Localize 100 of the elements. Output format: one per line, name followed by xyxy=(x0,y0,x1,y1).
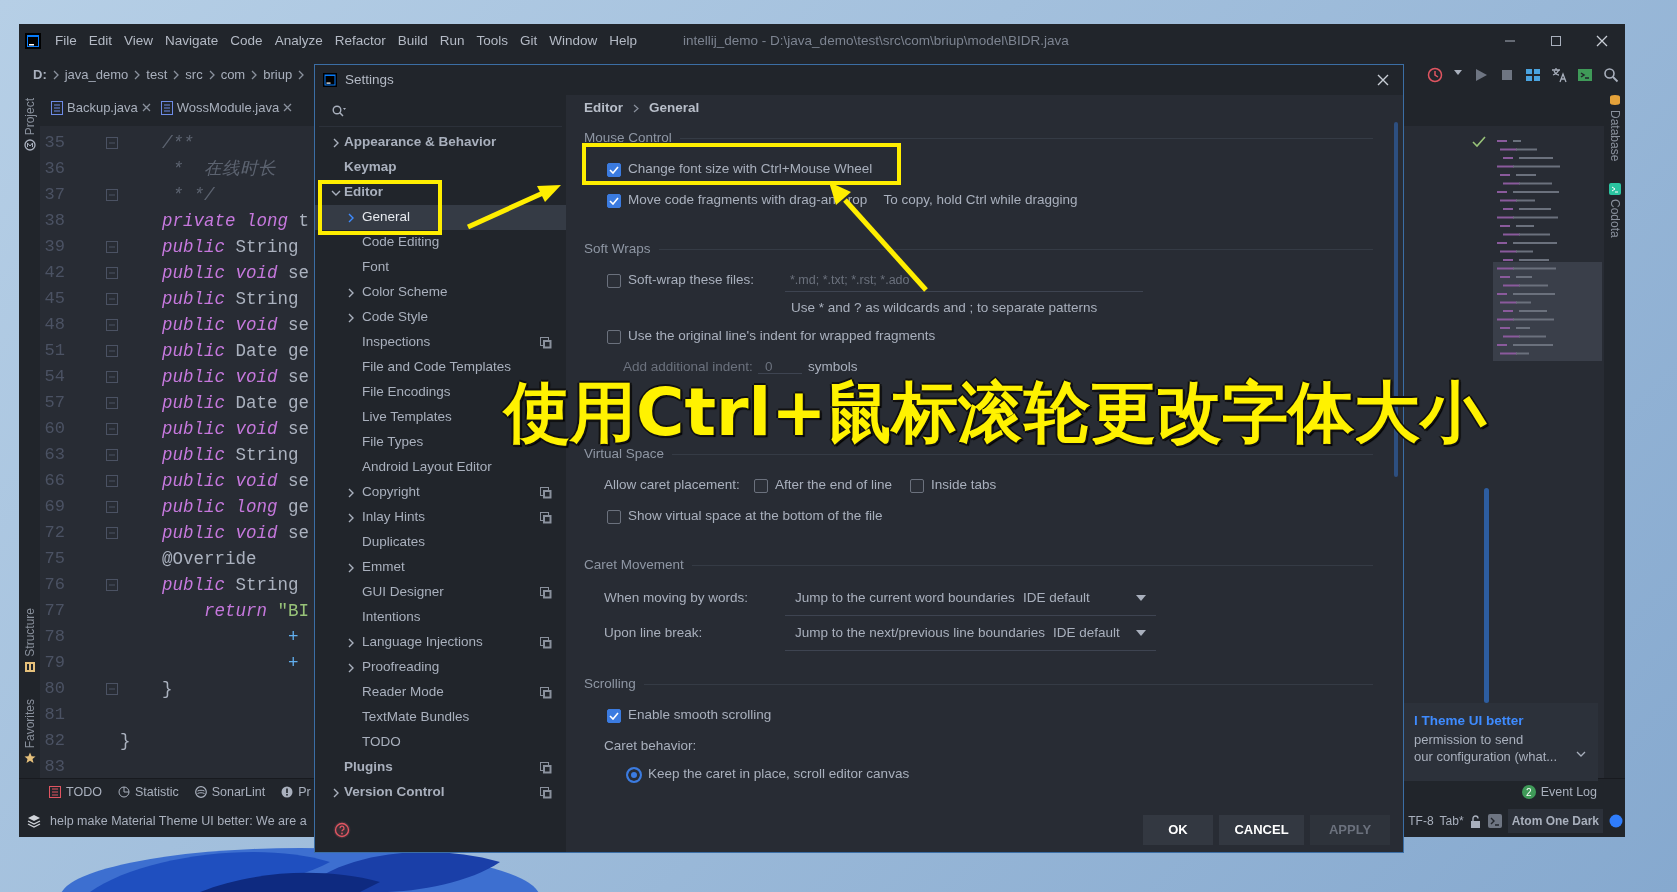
checkbox-label[interactable]: Change font size with Ctrl+Mouse Wheel xyxy=(628,159,873,180)
checkbox-label[interactable]: Inside tabs xyxy=(931,475,997,496)
field-label: Allow caret placement: xyxy=(604,476,741,495)
menu-item[interactable]: Refactor xyxy=(328,30,392,52)
menu-item[interactable]: Edit xyxy=(82,30,119,52)
menu-item[interactable]: Run xyxy=(433,30,471,52)
breadcrumb-item[interactable]: briup xyxy=(263,65,293,85)
menu-item[interactable]: File xyxy=(49,30,83,52)
menu-item[interactable]: Tools xyxy=(470,30,514,52)
tree-item[interactable]: Font xyxy=(315,255,403,280)
dialog-button[interactable]: OK xyxy=(1143,815,1213,845)
tree-item[interactable]: Copyright xyxy=(315,480,566,505)
breadcrumb-item[interactable]: java_demo xyxy=(64,65,129,85)
tool-window-tab[interactable]: Favorites xyxy=(20,698,39,748)
breadcrumb-item[interactable]: Editor xyxy=(584,97,623,119)
unit-label: symbols xyxy=(808,358,858,377)
tool-window-tab[interactable]: Project xyxy=(20,98,39,136)
tool-window-tab[interactable]: Codota xyxy=(1605,199,1624,239)
tree-item[interactable]: TODO xyxy=(315,730,415,755)
dialog-title: Settings xyxy=(345,70,394,89)
encoding-widget[interactable]: TF-8 xyxy=(1408,812,1434,830)
tree-item[interactable]: Emmet xyxy=(315,555,419,580)
indent-widget[interactable]: Tab* xyxy=(1439,812,1464,830)
checkbox-label[interactable]: Use the original line's indent for wrapped fragments xyxy=(628,326,936,347)
code-line: } xyxy=(120,729,131,753)
breadcrumb-item[interactable]: src xyxy=(185,65,203,85)
menu-item[interactable]: View xyxy=(118,30,160,52)
code-line: public void se xyxy=(161,261,310,285)
tree-item[interactable]: Keymap xyxy=(315,155,411,180)
checkbox-label[interactable]: rop xyxy=(847,190,868,211)
checkbox-label[interactable]: Move code fragments with drag-an xyxy=(628,190,836,211)
code-line: public Date ge xyxy=(161,339,310,363)
checkbox-label[interactable]: Show virtual space at the bottom of the file xyxy=(628,506,883,527)
menu-item[interactable]: Code xyxy=(224,30,269,52)
field-label: Caret behavior: xyxy=(604,736,697,755)
menu-item[interactable]: Build xyxy=(391,30,434,52)
checkbox-label[interactable]: After the end of line xyxy=(775,475,893,496)
tool-window-tab[interactable]: Database xyxy=(1605,110,1624,162)
input-field[interactable]: *.md; *.txt; *.rst; *.ado xyxy=(785,269,1143,292)
menu-item[interactable]: Git xyxy=(514,30,544,52)
tree-item[interactable]: Plugins xyxy=(315,755,566,780)
dialog-button[interactable]: CANCEL xyxy=(1219,815,1304,845)
code-line: public String xyxy=(161,235,299,259)
tool-window-button[interactable]: Statistic xyxy=(117,782,179,802)
code-line: public String xyxy=(161,443,299,467)
editor-tab[interactable]: Backup.java xyxy=(46,92,156,126)
tree-item[interactable]: Color Scheme xyxy=(315,280,462,305)
tree-item[interactable]: Inspections xyxy=(315,330,566,355)
dropdown[interactable]: Jump to the next/previous line boundaries IDE default xyxy=(785,616,1156,651)
tree-item[interactable]: Language Injections xyxy=(315,630,566,655)
code-line: } xyxy=(161,677,173,701)
notification-text: our configuration (what... xyxy=(1414,748,1558,766)
menu-item[interactable]: Analyze xyxy=(268,30,329,52)
event-log-button[interactable]: 2 Event Log xyxy=(1521,782,1597,802)
tree-item[interactable]: Inlay Hints xyxy=(315,505,566,530)
tree-item[interactable]: Duplicates xyxy=(315,530,440,555)
tool-window-button[interactable]: SonarLint xyxy=(194,782,266,802)
hint-text: To copy, hold Ctrl while dragging xyxy=(883,191,1078,210)
tree-item[interactable]: Code Editing xyxy=(315,230,454,255)
dropdown[interactable]: Jump to the current word boundaries IDE default xyxy=(785,581,1156,616)
tree-item[interactable]: Version Control xyxy=(315,780,566,805)
checkbox-label[interactable]: Enable smooth scrolling xyxy=(628,705,772,726)
tree-item[interactable]: File Encodings xyxy=(315,380,465,405)
menu-item[interactable]: Navigate xyxy=(159,30,225,52)
tree-item[interactable]: General xyxy=(315,205,566,230)
tree-item[interactable]: Live Templates xyxy=(315,405,466,430)
tool-window-button[interactable]: Pr xyxy=(281,782,311,802)
tree-item[interactable]: TextMate Bundles xyxy=(315,705,484,730)
window-title: intellij_demo - D:\java_demo\test\src\com\briup\model\BIDR.java xyxy=(683,31,1069,50)
code-line: public void se xyxy=(161,313,310,337)
checkbox-label[interactable]: Soft-wrap these files: xyxy=(628,270,755,291)
menu-item[interactable]: Window xyxy=(543,30,604,52)
tree-item[interactable]: Code Style xyxy=(315,305,443,330)
tree-item[interactable]: GUI Designer xyxy=(315,580,566,605)
tree-item[interactable]: Android Layout Editor xyxy=(315,455,506,480)
code-line: /** xyxy=(161,131,194,155)
theme-widget[interactable]: Atom One Dark xyxy=(1507,809,1603,833)
tool-window-tab[interactable]: Structure xyxy=(20,607,39,657)
section-title: Scrolling xyxy=(584,675,636,694)
tree-item[interactable]: Appearance & Behavior xyxy=(315,130,511,155)
breadcrumb-item[interactable]: D: xyxy=(33,65,47,85)
code-line: + xyxy=(287,625,299,649)
status-message[interactable]: help make Material Theme UI better: We are a xyxy=(50,811,307,831)
breadcrumb-item[interactable]: com xyxy=(220,65,246,85)
code-line: private long t xyxy=(161,209,310,233)
menu-item[interactable]: Help xyxy=(603,30,644,52)
tree-item[interactable]: Reader Mode xyxy=(315,680,566,705)
breadcrumb-item[interactable]: General xyxy=(649,97,700,119)
tree-item[interactable]: File Types xyxy=(315,430,438,455)
code-line: @Override xyxy=(161,547,257,571)
tree-item[interactable]: Intentions xyxy=(315,605,435,630)
tree-item[interactable]: Editor xyxy=(315,180,397,205)
breadcrumb-item[interactable]: test xyxy=(146,65,168,85)
code-line: * 在线时长 xyxy=(171,157,276,181)
notification-title: l Theme UI better xyxy=(1414,712,1525,730)
code-line: + xyxy=(287,651,299,675)
tool-window-button[interactable]: TODO xyxy=(49,782,102,802)
tree-item[interactable]: Proofreading xyxy=(315,655,454,680)
radio-label[interactable]: Keep the caret in place, scroll editor canvas xyxy=(648,764,910,785)
editor-tab[interactable]: WossModule.java xyxy=(155,92,298,126)
